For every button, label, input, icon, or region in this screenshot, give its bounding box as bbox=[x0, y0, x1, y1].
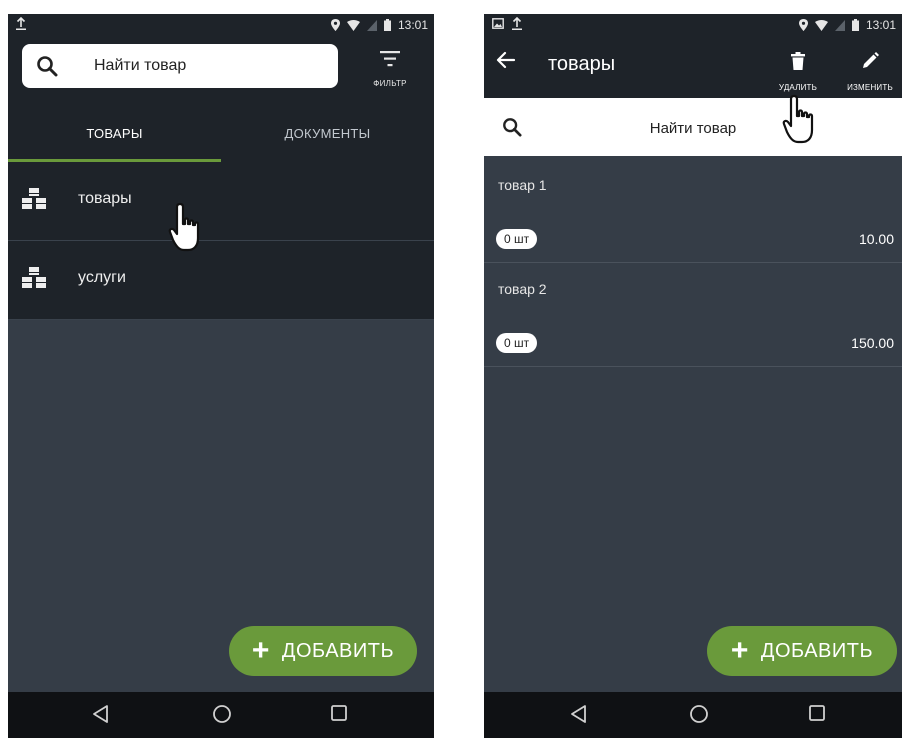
tab-documents[interactable]: ДОКУМЕНТЫ bbox=[221, 112, 434, 162]
wifi-icon bbox=[814, 19, 828, 31]
add-button[interactable]: + ДОБАВИТЬ bbox=[707, 626, 897, 676]
filter-label: ФИЛЬТР bbox=[373, 79, 407, 88]
back-triangle-icon[interactable] bbox=[570, 704, 588, 724]
search-placeholder: Найти товар bbox=[94, 57, 187, 74]
delete-label: УДАЛИТЬ bbox=[778, 83, 818, 92]
back-triangle-icon[interactable] bbox=[92, 704, 110, 724]
recents-square-icon[interactable] bbox=[330, 704, 348, 722]
add-button[interactable]: + ДОБАВИТЬ bbox=[229, 626, 417, 676]
app-bar: товары УДАЛИТЬ ИЗМЕНИТЬ bbox=[484, 36, 902, 98]
no-signal-icon bbox=[366, 19, 377, 31]
quantity-badge: 0 шт bbox=[496, 333, 538, 353]
location-icon bbox=[798, 19, 808, 31]
tab-bar: ТОВАРЫ ДОКУМЕНТЫ bbox=[8, 112, 434, 162]
category-row-services[interactable]: услуги bbox=[8, 241, 434, 320]
status-bar: 13:01 bbox=[8, 14, 434, 36]
home-circle-icon[interactable] bbox=[212, 704, 232, 724]
search-input[interactable]: Найти товар bbox=[484, 98, 902, 156]
status-time: 13:01 bbox=[865, 18, 896, 32]
pointing-hand-cursor-icon bbox=[168, 202, 200, 252]
status-bar: 13:01 bbox=[484, 14, 902, 36]
tab-products[interactable]: ТОВАРЫ bbox=[8, 112, 221, 162]
pencil-icon bbox=[863, 52, 879, 68]
search-icon bbox=[37, 56, 58, 77]
battery-icon bbox=[383, 19, 391, 31]
app-bar: Найти товар ФИЛЬТР ТОВАРЫ ДОКУМЕНТЫ bbox=[8, 36, 434, 162]
search-input[interactable]: Найти товар bbox=[22, 44, 338, 88]
category-label: услуги bbox=[78, 269, 126, 286]
image-icon bbox=[492, 18, 504, 29]
product-price: 10.00 bbox=[858, 231, 894, 247]
recents-square-icon[interactable] bbox=[808, 704, 826, 722]
upload-icon bbox=[16, 17, 26, 30]
right-phone-screen: 13:01 товары УДАЛИТЬ ИЗМЕНИТЬ Найти това… bbox=[484, 14, 902, 738]
pointing-hand-cursor-icon bbox=[782, 94, 814, 144]
product-price: 150.00 bbox=[851, 335, 894, 351]
edit-label: ИЗМЕНИТЬ bbox=[847, 83, 893, 92]
system-nav-bar bbox=[8, 692, 434, 738]
trash-icon bbox=[791, 52, 805, 70]
back-arrow-icon[interactable] bbox=[496, 50, 516, 70]
delete-button[interactable]: УДАЛИТЬ bbox=[768, 40, 828, 92]
system-nav-bar bbox=[484, 692, 902, 738]
plus-icon: + bbox=[251, 634, 270, 667]
filter-button[interactable]: ФИЛЬТР bbox=[360, 44, 420, 94]
location-icon bbox=[330, 19, 340, 31]
category-boxes-icon bbox=[22, 267, 46, 288]
wifi-icon bbox=[346, 19, 360, 31]
edit-button[interactable]: ИЗМЕНИТЬ bbox=[840, 40, 900, 92]
plus-icon: + bbox=[730, 634, 749, 667]
product-row[interactable]: товар 1 0 шт 10.00 bbox=[484, 159, 902, 263]
category-label: товары bbox=[78, 190, 132, 207]
add-button-label: ДОБАВИТЬ bbox=[281, 639, 395, 662]
home-circle-icon[interactable] bbox=[689, 704, 709, 724]
left-phone-screen: 13:01 Найти товар ФИЛЬТР ТОВАРЫ ДОКУМЕНТ… bbox=[8, 14, 434, 738]
quantity-badge: 0 шт bbox=[496, 229, 538, 249]
status-time: 13:01 bbox=[397, 18, 428, 32]
category-row-products[interactable]: товары bbox=[8, 162, 434, 241]
upload-icon bbox=[512, 17, 522, 30]
no-signal-icon bbox=[834, 19, 845, 31]
product-name: товар 2 bbox=[498, 281, 547, 297]
search-placeholder: Найти товар bbox=[649, 120, 737, 137]
page-title: товары bbox=[548, 53, 616, 75]
category-boxes-icon bbox=[22, 188, 46, 209]
product-name: товар 1 bbox=[498, 177, 547, 193]
product-row[interactable]: товар 2 0 шт 150.00 bbox=[484, 263, 902, 367]
battery-icon bbox=[851, 19, 859, 31]
filter-icon bbox=[380, 51, 400, 67]
add-button-label: ДОБАВИТЬ bbox=[760, 639, 874, 662]
